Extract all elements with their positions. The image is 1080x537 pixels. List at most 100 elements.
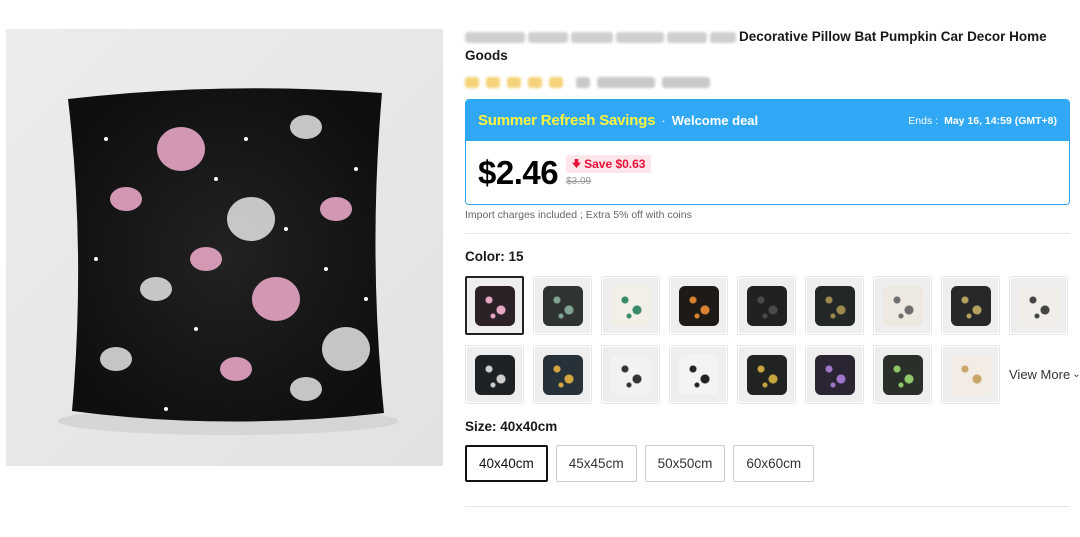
swatch-pillow-thumbnail [678, 285, 719, 326]
blurred-text [528, 31, 568, 43]
view-more-label: View More [1009, 367, 1071, 382]
size-option-button[interactable]: 40x40cm [465, 445, 548, 482]
swatch-background [603, 347, 658, 402]
size-option-button[interactable]: 60x60cm [733, 445, 815, 482]
swatch-background [467, 347, 522, 402]
price-meta: Save $0.63 $3.09 [566, 154, 652, 187]
current-price: $2.46 [478, 153, 559, 191]
swatch-background [603, 278, 658, 333]
star-motif [94, 257, 98, 261]
swatch-pillow-thumbnail [746, 354, 787, 395]
color-swatch[interactable] [1009, 276, 1068, 335]
color-swatch[interactable] [669, 276, 728, 335]
swatch-background [807, 278, 862, 333]
swatch-background [943, 347, 998, 402]
color-swatch[interactable] [669, 345, 728, 404]
swatch-pillow-thumbnail [542, 285, 583, 326]
blurred-text [576, 76, 590, 88]
pattern-motif [227, 197, 275, 241]
pattern-motif [100, 347, 132, 371]
swatch-pillow-thumbnail [610, 285, 651, 326]
color-swatch[interactable] [805, 276, 864, 335]
color-swatch[interactable] [941, 345, 1000, 404]
color-swatches: View More ⌄ [465, 276, 1080, 404]
pattern-motif [290, 115, 322, 139]
star-motif [214, 177, 218, 181]
swatch-background [807, 347, 862, 402]
product-main-image[interactable] [6, 29, 443, 466]
size-option-button[interactable]: 50x50cm [644, 445, 726, 482]
original-price: $3.09 [566, 175, 592, 187]
swatch-pillow-thumbnail [610, 354, 651, 395]
pattern-motif [320, 197, 352, 221]
blurred-text [616, 31, 664, 43]
swatch-pillow-thumbnail [814, 285, 855, 326]
save-badge: Save $0.63 [566, 154, 652, 173]
swatch-background [671, 347, 726, 402]
color-swatch[interactable] [533, 276, 592, 335]
pattern-motif [110, 187, 142, 211]
color-swatch[interactable] [465, 345, 524, 404]
star-motif [284, 227, 288, 231]
size-label: Size: 40x40cm [465, 419, 558, 434]
pattern-motif [290, 377, 322, 401]
swatch-background [535, 278, 590, 333]
size-options: 40x40cm 45x45cm 50x50cm 60x60cm [465, 445, 1070, 482]
color-swatch[interactable] [941, 276, 1000, 335]
product-info: Decorative Pillow Bat Pumpkin Car Decor … [465, 27, 1080, 507]
star-motif [354, 167, 358, 171]
color-swatch[interactable] [873, 276, 932, 335]
color-swatch[interactable] [737, 276, 796, 335]
swatch-background [671, 278, 726, 333]
swatch-background [535, 347, 590, 402]
deal-name: Summer Refresh Savings [478, 112, 656, 129]
blurred-text [571, 31, 613, 43]
blurred-text [662, 76, 710, 88]
arrow-down-icon [572, 159, 582, 168]
blurred-star [549, 76, 563, 88]
divider [465, 233, 1070, 234]
swatch-pillow-thumbnail [882, 354, 923, 395]
color-swatch[interactable] [465, 276, 524, 335]
size-option-button[interactable]: 45x45cm [555, 445, 637, 482]
color-swatch[interactable] [873, 345, 932, 404]
deal-ends-value: May 16, 14:59 (GMT+8) [944, 114, 1057, 127]
star-motif [194, 327, 198, 331]
divider [465, 506, 1070, 507]
blurred-text [710, 31, 736, 43]
swatch-pillow-thumbnail [882, 285, 923, 326]
swatch-background [943, 278, 998, 333]
price-area: $2.46 Save $0.63 $3.09 [466, 141, 1069, 204]
color-swatch[interactable] [601, 276, 660, 335]
swatch-pillow-thumbnail [474, 354, 515, 395]
color-swatch[interactable] [533, 345, 592, 404]
swatch-pillow-thumbnail [950, 285, 991, 326]
swatch-pillow-thumbnail [950, 354, 991, 395]
deal-countdown: Ends : May 16, 14:59 (GMT+8) [908, 115, 1057, 127]
blurred-star [486, 76, 500, 88]
pillow-illustration [58, 88, 398, 435]
view-more-colors-button[interactable]: View More ⌄ [1009, 345, 1080, 404]
blurred-star [465, 76, 479, 88]
star-motif [104, 137, 108, 141]
pattern-motif [252, 277, 300, 321]
deal-header: Summer Refresh Savings · Welcome deal En… [466, 100, 1069, 141]
color-swatch[interactable] [805, 345, 864, 404]
swatch-pillow-thumbnail [474, 285, 515, 326]
color-swatch[interactable] [601, 345, 660, 404]
import-note: Import charges included ; Extra 5% off w… [465, 209, 692, 221]
product-page: Decorative Pillow Bat Pumpkin Car Decor … [0, 0, 1080, 537]
chevron-down-icon: ⌄ [1072, 369, 1080, 380]
blurred-star [507, 76, 521, 88]
swatch-pillow-thumbnail [746, 285, 787, 326]
swatch-pillow-thumbnail [814, 354, 855, 395]
pattern-motif [140, 277, 172, 301]
product-title: Decorative Pillow Bat Pumpkin Car Decor … [465, 27, 1055, 65]
color-swatch[interactable] [737, 345, 796, 404]
swatch-background [739, 278, 794, 333]
pattern-motif [157, 127, 205, 171]
swatch-background [1011, 278, 1066, 333]
star-motif [244, 137, 248, 141]
blurred-text [667, 31, 707, 43]
blurred-text [465, 31, 525, 43]
